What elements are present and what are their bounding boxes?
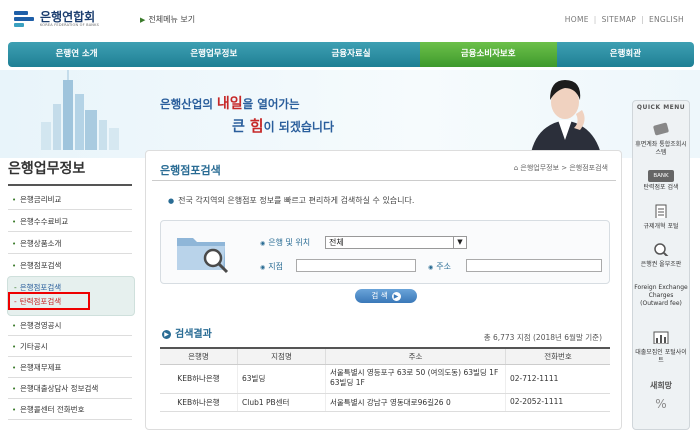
- results-table: 은행명 지점명 주소 전화번호 KEB하나은행 63빌딩 서울특별시 영등포구 …: [160, 347, 610, 412]
- column-header-bank: 은행명: [160, 349, 238, 364]
- english-link[interactable]: ENGLISH: [649, 15, 684, 24]
- column-header-phone: 전화번호: [544, 352, 572, 361]
- bank-icon: BANK: [648, 170, 674, 182]
- table-header: 은행명 지점명 주소 전화번호: [160, 349, 610, 365]
- logo-subtitle: KOREA FEDERATION OF BANKS: [40, 23, 100, 27]
- bullet-icon: •: [12, 364, 17, 372]
- table-row: KEB하나은행 63빌딩 서울특별시 영등포구 63로 50 (여의도동) 63…: [160, 365, 610, 394]
- bank-location-select[interactable]: 전체 ▼: [325, 236, 467, 249]
- sidebar-divider: [8, 184, 132, 186]
- cell-phone: 02-712-1111: [510, 374, 559, 383]
- sidebar-item-call-center[interactable]: • 은행콜센터 전화번호: [8, 400, 132, 420]
- quick-item-loan-portal[interactable]: 대출모집인 포털사이트: [634, 330, 688, 365]
- nav-item-about[interactable]: 은행연 소개: [8, 42, 145, 67]
- banner-headline-2: 큰 힘이 되겠습니다: [232, 117, 334, 135]
- sidebar-item-financial-statements[interactable]: • 은행재무제표: [8, 358, 132, 378]
- nav-item-bank-info[interactable]: 은행업무정보: [145, 42, 282, 67]
- column-header-address: 주소: [326, 349, 506, 364]
- folder-search-icon: [177, 238, 229, 274]
- bullet-icon: •: [12, 218, 17, 226]
- sidebar-item-management-disclosure[interactable]: • 은행경영공시: [8, 316, 132, 336]
- banner-headline-1: 은행산업의 내일을 열어가는: [160, 96, 300, 112]
- chart-icon: [653, 331, 669, 345]
- all-menu-link[interactable]: ▶ 전체메뉴 보기: [140, 14, 195, 25]
- quick-item-regulation-portal[interactable]: 규제개혁 포털: [634, 204, 688, 231]
- sidebar-item-fees[interactable]: • 은행수수료비교: [8, 212, 132, 232]
- page-title: 은행점포검색: [160, 164, 221, 177]
- highlight-box: [8, 292, 90, 310]
- nav-item-resources[interactable]: 금융자료실: [282, 42, 419, 67]
- arrow-icon: ▶: [162, 330, 171, 339]
- sitemap-link[interactable]: SITEMAP: [602, 15, 637, 24]
- quick-item-dormant-account[interactable]: 휴면계좌 통합조회시스템: [634, 122, 688, 157]
- branch-input[interactable]: [296, 259, 416, 272]
- table-row: KEB하나은행 Club1 PB센터 서울특별시 강남구 영동대로96길26 0…: [160, 394, 610, 412]
- logo[interactable]: 은행연합회 KOREA FEDERATION OF BANKS: [14, 8, 99, 30]
- address-input[interactable]: [466, 259, 602, 272]
- logo-icon: [14, 8, 36, 30]
- sidebar-item-loan-consultant[interactable]: • 은행대출상담사 정보검색: [8, 379, 132, 399]
- sidebar-item-interest-rates[interactable]: • 은행금리비교: [8, 190, 132, 210]
- title-divider: [152, 180, 616, 181]
- all-menu-label: 전체메뉴 보기: [148, 15, 196, 24]
- quick-item-percent[interactable]: %: [634, 397, 688, 411]
- results-count: 총 6,773 지점 (2018년 6월말 기준): [483, 333, 602, 342]
- home-link[interactable]: HOME: [565, 15, 589, 24]
- branch-label: ◉ 지점: [260, 262, 283, 271]
- quick-item-flexible-branch[interactable]: BANK 탄력점포 검색: [634, 170, 688, 192]
- document-icon: [655, 204, 667, 220]
- sidebar-item-other-disclosure[interactable]: • 기타공시: [8, 337, 132, 357]
- chevron-down-icon: ▼: [453, 237, 466, 248]
- sidebar-title: 은행업무정보: [8, 161, 86, 177]
- quick-item-bank-info[interactable]: 은행권 올부조판: [634, 242, 688, 269]
- address-label: ◉ 주소: [428, 262, 451, 271]
- cell-bank: KEB하나은행: [160, 394, 238, 411]
- arrow-right-icon: ▶: [391, 292, 401, 301]
- banner: 은행산업의 내일을 열어가는 큰 힘이 되겠습니다: [0, 70, 700, 158]
- column-header-branch: 지점명: [238, 349, 326, 364]
- top-bar: 은행연합회 KOREA FEDERATION OF BANKS ▶ 전체메뉴 보기…: [0, 0, 700, 40]
- cell-address: 서울특별시 강남구 영동대로96길26 0: [326, 394, 506, 411]
- bullet-icon: •: [12, 322, 17, 330]
- quick-item-new-hope[interactable]: 새희망: [634, 382, 688, 390]
- bullet-icon: •: [12, 385, 17, 393]
- search-button[interactable]: 검 색 ▶: [355, 289, 417, 303]
- magnifier-icon: [654, 243, 669, 258]
- utility-links: HOME | SITEMAP | ENGLISH: [564, 15, 684, 24]
- cell-branch: Club1 PB센터: [238, 394, 326, 411]
- breadcrumb: ⌂ 은행업무정보 > 은행점포검색: [513, 164, 608, 172]
- logo-title: 은행연합회: [40, 10, 96, 24]
- sidebar-item-products[interactable]: • 은행상품소개: [8, 234, 132, 254]
- results-title: ▶ 검색결과: [162, 325, 212, 340]
- bullet-icon: •: [12, 406, 17, 414]
- sidebar-item-branch-search[interactable]: • 은행점포검색: [8, 256, 132, 276]
- city-illustration: [41, 70, 119, 150]
- eraser-icon: [653, 122, 669, 136]
- cell-address: 서울특별시 영등포구 63로 50 (여의도동) 63빌딩 1F 63빌딩 1F: [326, 365, 506, 393]
- bullet-icon: •: [12, 240, 17, 248]
- percent-icon: %: [655, 397, 667, 411]
- nav-item-consumer-protection[interactable]: 금융소비자보호: [419, 42, 557, 67]
- quick-item-foreign-exchange[interactable]: Foreign Exchange Charges (Outward fee): [634, 284, 688, 308]
- bank-location-label: ◉ 은행 및 위치: [260, 238, 311, 247]
- quick-menu-title: QUICK MENU: [636, 104, 686, 111]
- bullet-icon: •: [12, 343, 17, 351]
- nav-item-bank-hall[interactable]: 은행회관: [557, 42, 694, 67]
- arrow-icon: ▶: [140, 16, 146, 24]
- main-nav: 은행연 소개 은행업무정보 금융자료실 금융소비자보호 은행회관: [8, 42, 694, 67]
- bullet-icon: •: [12, 196, 17, 204]
- cell-bank: KEB하나은행: [160, 365, 238, 393]
- cell-branch: 63빌딩: [238, 365, 326, 393]
- page-description: ● 전국 각지역의 은행점포 정보를 빠르고 편리하게 검색하실 수 있습니다.: [168, 196, 415, 205]
- cell-phone: 02-2052-1111: [510, 397, 564, 406]
- bullet-icon: •: [12, 262, 17, 270]
- person-illustration: [530, 80, 602, 156]
